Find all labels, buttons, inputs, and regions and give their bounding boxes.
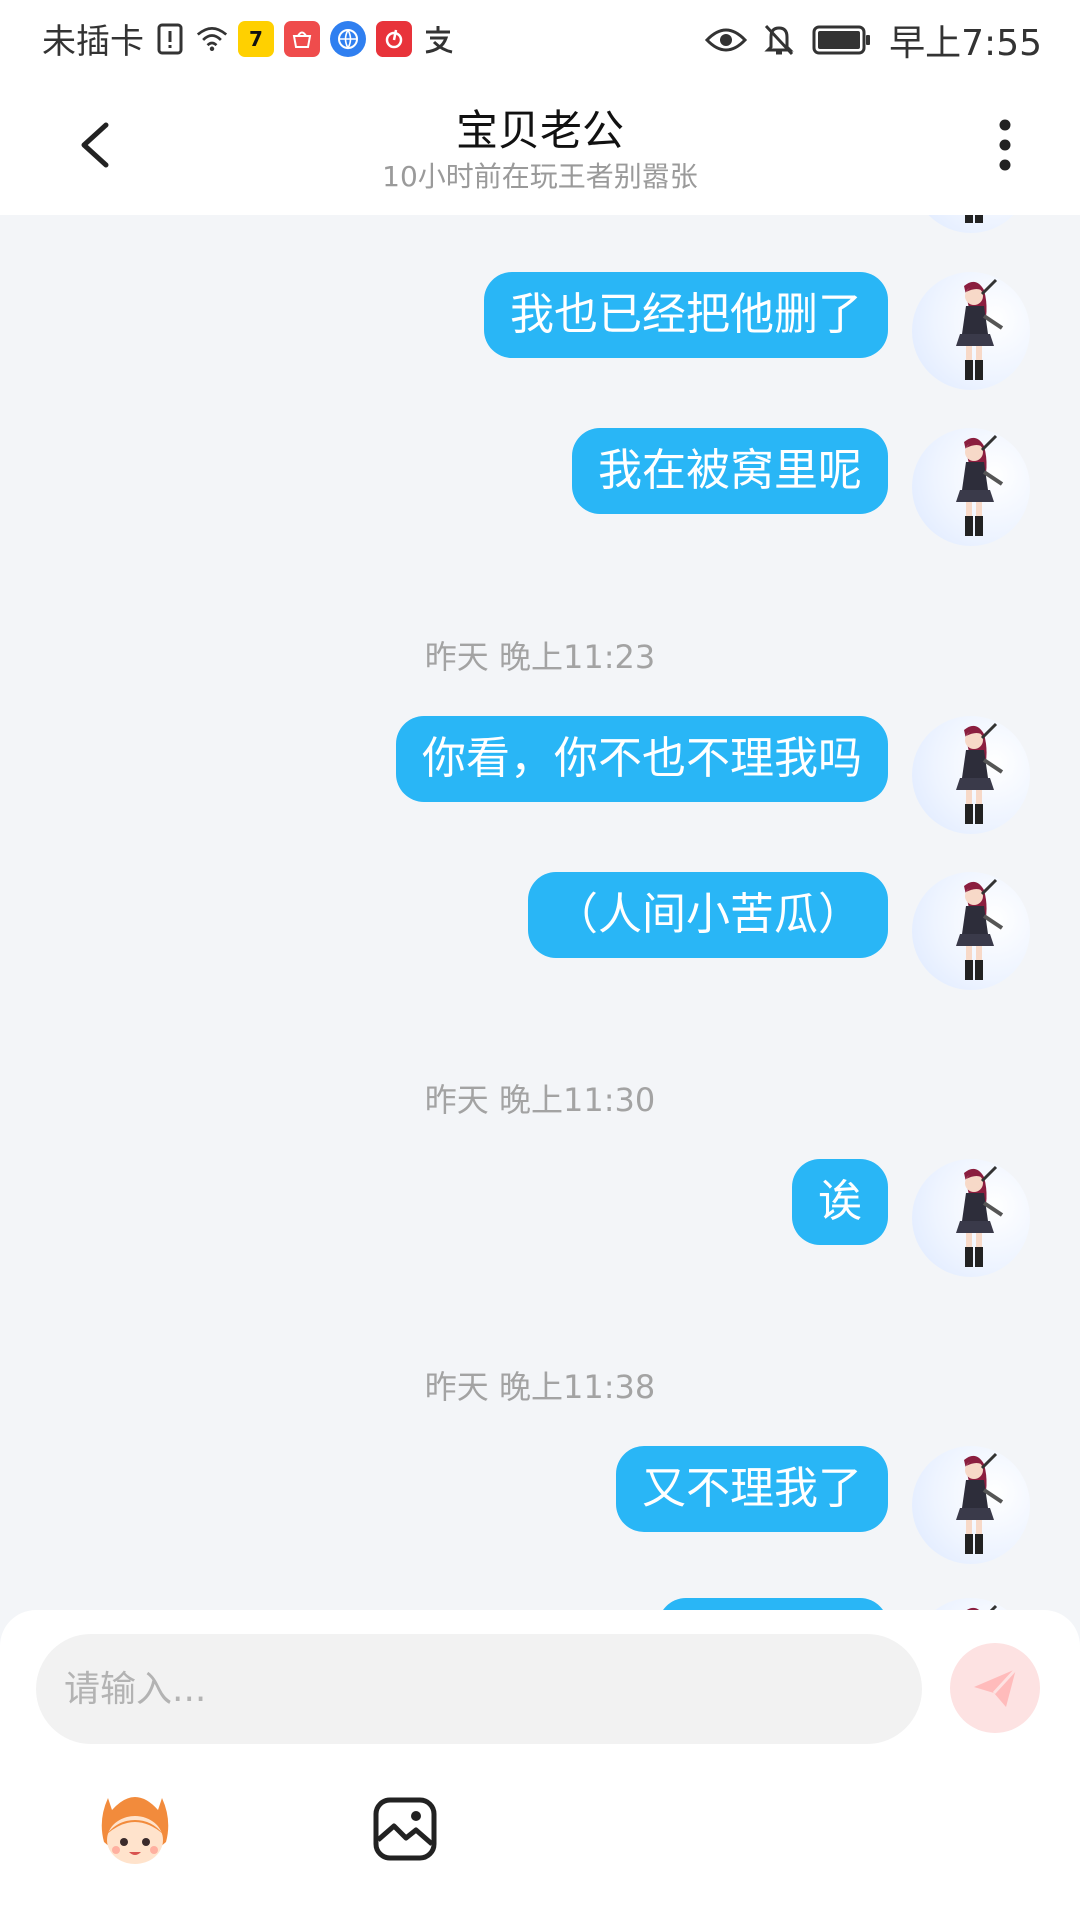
huawei-store-icon [284,20,320,57]
status-left: 未插卡 7 [42,14,454,63]
chat-status: 10小时前在玩王者别嚣张 [382,160,698,193]
message-bubble[interactable] [658,1598,888,1610]
character-figure-icon [956,878,1004,980]
character-figure-icon [956,1165,1004,1267]
message-bubble[interactable]: 诶 [792,1159,888,1245]
chat-header: 宝贝老公 10小时前在玩王者别嚣张 [0,75,1080,215]
alipay-icon [422,23,454,55]
clock: 早上7:55 [889,23,1042,64]
input-panel [0,1610,1080,1920]
mute-bell-icon [763,24,795,56]
character-figure-icon [956,434,1004,536]
message-timestamp: 昨天 晚上11:38 [424,1368,656,1406]
mascot-emoji-icon [101,1797,169,1864]
message-row: 又不理我了 [616,1446,1030,1564]
carrier-label: 未插卡 [42,22,144,62]
chat-title: 宝贝老公 [455,106,624,155]
more-button[interactable] [990,113,1020,177]
message-timestamp: 昨天 晚上11:30 [424,1081,656,1119]
image-button[interactable] [372,1796,438,1862]
battery-icon [811,24,873,56]
character-figure-icon [956,722,1004,824]
message-bubble[interactable]: 我在被窝里呢 [572,428,888,514]
message-bubble[interactable]: （人间小苦瓜） [528,872,888,958]
send-icon [974,1667,1018,1707]
avatar[interactable] [912,1598,1030,1610]
character-figure-icon [966,1604,998,1610]
character-figure-icon [965,215,983,223]
message-bubble[interactable]: 你看，你不也不理我吗 [396,716,888,802]
message-row: 诶 [792,1159,1030,1277]
message-row: 你看，你不也不理我吗 [396,716,1030,834]
app-7-icon: 7 [238,20,274,57]
wifi-icon [196,23,228,55]
message-timestamp: 昨天 晚上11:23 [424,638,656,676]
image-icon [373,1797,437,1861]
message-row: 我也已经把他删了 [484,272,1030,390]
character-figure-icon [956,278,1004,380]
message-input[interactable] [36,1634,922,1744]
message-row: 我在被窝里呢 [572,428,1030,546]
netease-music-icon [376,20,412,57]
eye-icon [705,24,748,56]
message-bubble[interactable]: 又不理我了 [616,1446,888,1532]
more-vertical-icon [999,119,1011,171]
status-bar: 未插卡 7 早上7:55 [0,0,1080,75]
send-button[interactable] [950,1643,1040,1733]
browser-icon [330,20,366,57]
message-list[interactable]: 我也已经把他删了 我在被窝里呢 昨天 晚上11:23 你看，你不也不理我吗 （人… [0,215,1080,1610]
message-row: （人间小苦瓜） [528,872,1030,990]
message-row [658,1598,1030,1610]
sim-alert-icon [154,23,186,55]
character-figure-icon [956,1452,1004,1554]
emoji-button[interactable] [92,1790,178,1870]
avatar[interactable] [912,872,1030,990]
avatar[interactable] [912,1446,1030,1564]
message-bubble[interactable]: 我也已经把他删了 [484,272,888,358]
avatar[interactable] [912,215,1030,233]
avatar[interactable] [912,428,1030,546]
avatar[interactable] [912,1159,1030,1277]
status-right: 早上7:55 [705,14,1042,66]
avatar[interactable] [912,716,1030,834]
avatar[interactable] [912,272,1030,390]
